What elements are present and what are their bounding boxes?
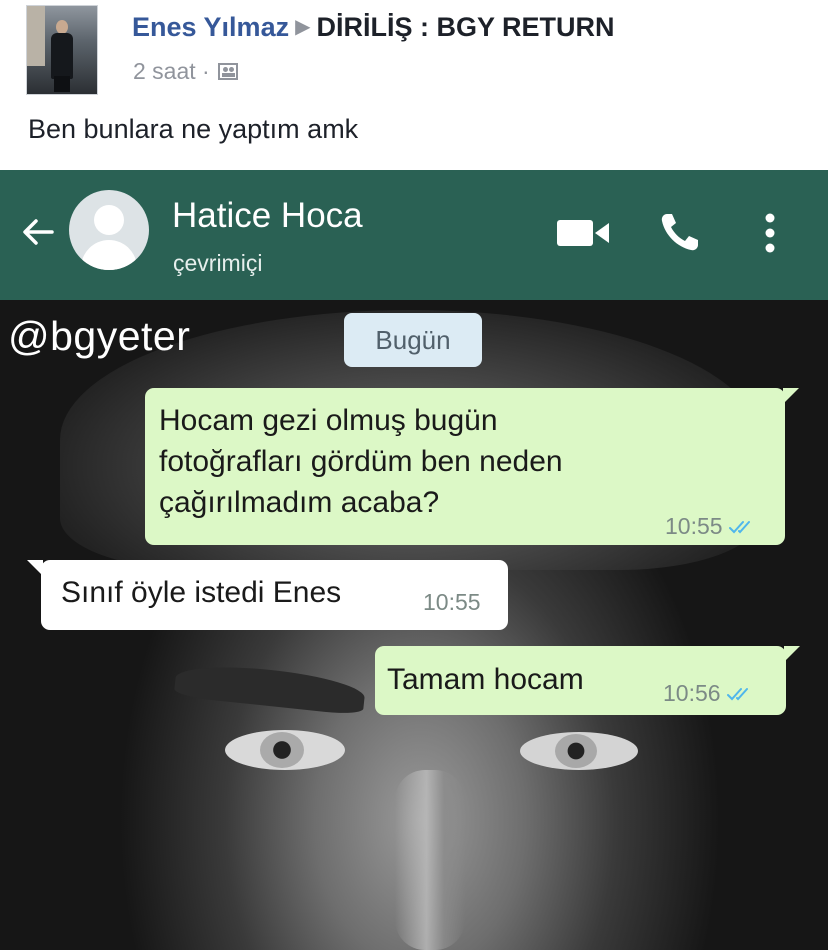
group-name-link[interactable]: DİRİLİŞ : BGY RETURN — [316, 12, 614, 42]
message-text: Tamam hocam — [387, 663, 584, 696]
avatar-person — [49, 20, 75, 92]
whatsapp-screenshot: Hatice Hoca çevrimiçi @bgyeter Bugün Hoc… — [0, 170, 828, 950]
author-name-link[interactable]: Enes Yılmaz — [132, 12, 289, 42]
back-arrow-icon[interactable] — [20, 214, 56, 250]
share-arrow-icon: ▶ — [295, 16, 311, 38]
avatar-building — [27, 6, 45, 66]
video-call-icon[interactable] — [557, 218, 609, 248]
author-avatar[interactable] — [26, 5, 98, 95]
message-time: 10:56 — [663, 680, 721, 706]
contact-status: çevrimiçi — [173, 250, 263, 276]
facebook-post: Enes Yılmaz ▶ DİRİLİŞ : BGY RETURN 2 saat … — [0, 0, 828, 170]
meta-dot: · — [202, 58, 210, 84]
message-incoming[interactable]: Sınıf öyle istedi Enes 10:55 — [27, 560, 508, 630]
message-time: 10:55 — [423, 589, 481, 615]
message-meta: 10:55 — [665, 506, 755, 547]
more-vert-icon[interactable] — [758, 212, 782, 254]
watermark-handle: @bgyeter — [8, 313, 191, 359]
date-divider: Bugün — [344, 313, 482, 367]
message-outgoing[interactable]: Tamam hocam 10:56 — [375, 646, 800, 715]
double-check-icon — [728, 521, 750, 534]
chat-header: Hatice Hoca çevrimiçi — [0, 170, 828, 300]
double-check-icon — [726, 688, 748, 701]
message-time: 10:55 — [665, 513, 723, 539]
friends-icon[interactable] — [218, 63, 239, 80]
post-meta: 2 saat · — [133, 58, 239, 85]
contact-avatar-icon[interactable] — [69, 190, 149, 270]
message-meta: 10:56 — [663, 673, 753, 714]
message-text: Sınıf öyle istedi Enes — [61, 576, 342, 609]
post-header: Enes Yılmaz ▶ DİRİLİŞ : BGY RETURN — [132, 12, 615, 43]
post-text: Ben bunlara ne yaptım amk — [28, 114, 359, 144]
contact-name[interactable]: Hatice Hoca — [172, 196, 363, 236]
message-text: Hocam gezi olmuş bugün fotoğrafları görd… — [159, 404, 563, 519]
phone-icon[interactable] — [658, 210, 702, 254]
post-timestamp[interactable]: 2 saat — [133, 58, 196, 84]
message-outgoing[interactable]: Hocam gezi olmuş bugün fotoğrafları görd… — [145, 388, 799, 547]
